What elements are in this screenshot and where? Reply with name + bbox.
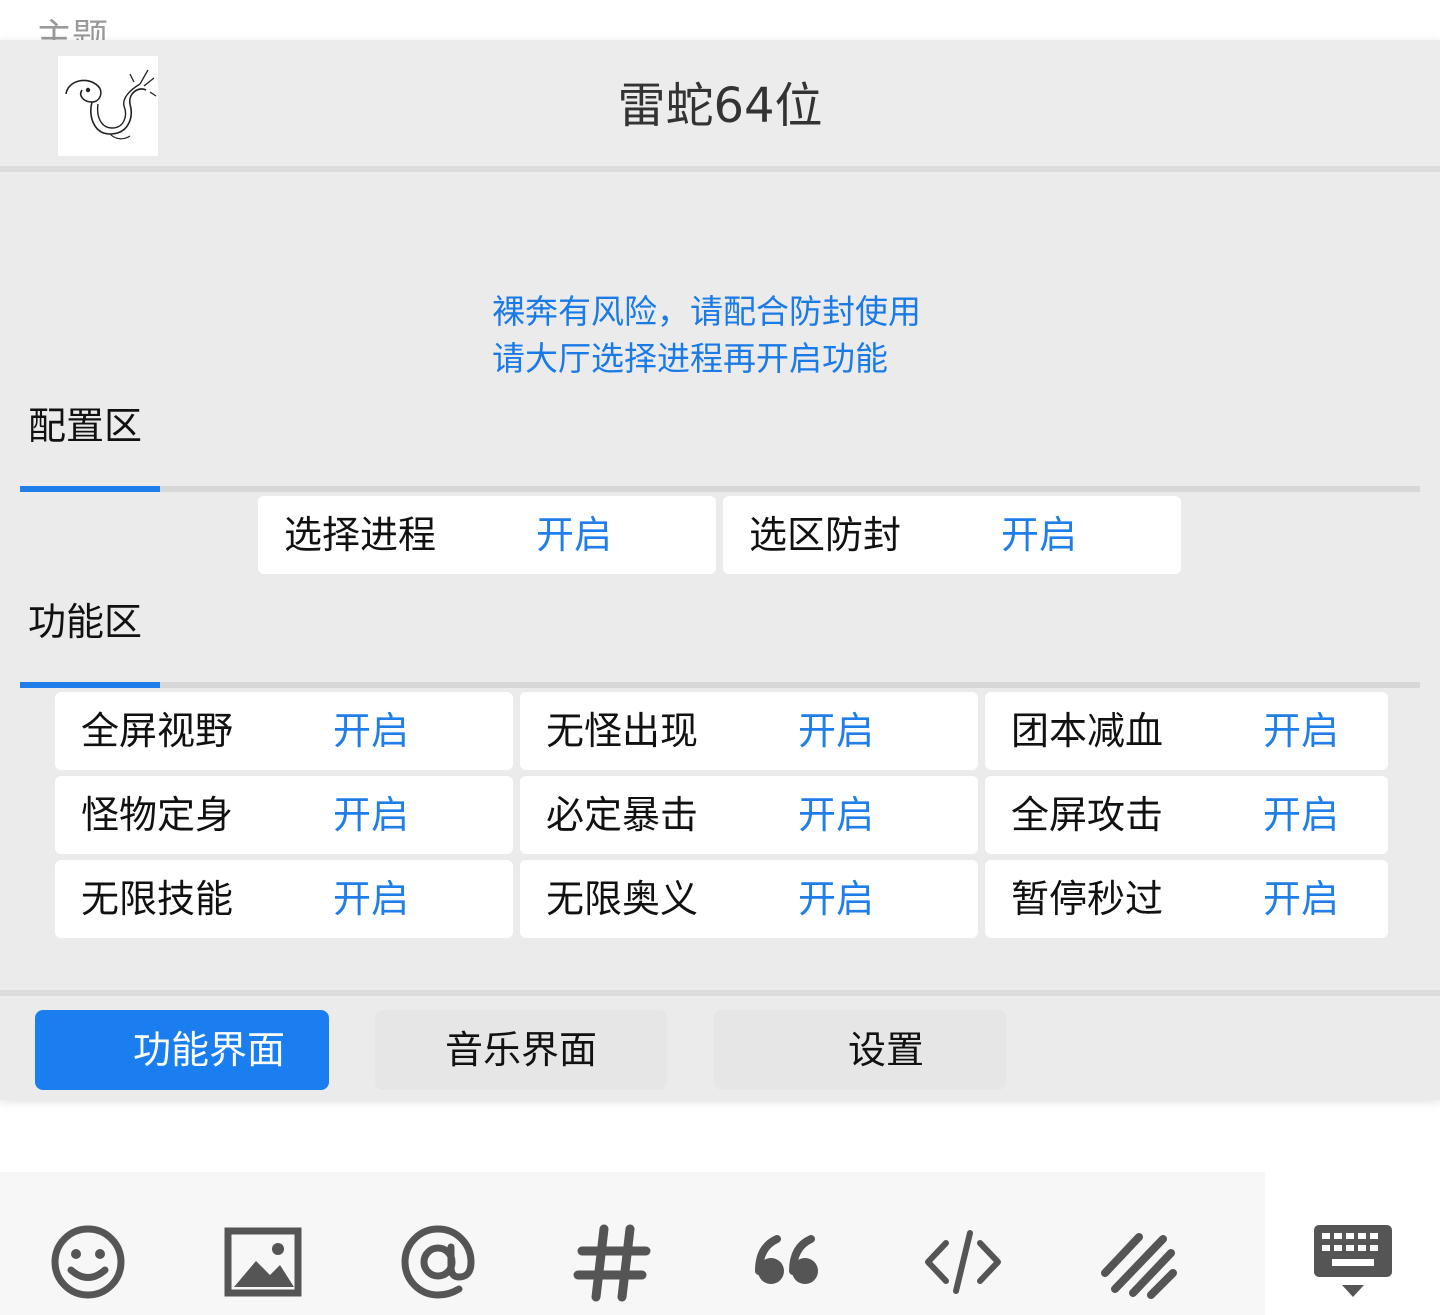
item-label: 暂停秒过 [1011,877,1164,921]
feature-item-guaranteed-crit[interactable]: 必定暴击 开启 [520,776,978,854]
feature-item-pause-instant-clear[interactable]: 暂停秒过 开启 [985,860,1388,938]
keyboard-icon[interactable] [1308,1217,1398,1307]
toggle-enable[interactable]: 开启 [1001,510,1077,560]
feature-item-infinite-ultimate[interactable]: 无限奥义 开启 [520,860,978,938]
toggle-enable[interactable]: 开启 [536,510,612,560]
config-item-zone-antiban[interactable]: 选区防封 开启 [723,496,1181,574]
tab-settings[interactable]: 设置 [714,1010,1006,1090]
toggle-enable[interactable]: 开启 [1263,874,1339,924]
feature-section-title: 功能区 [28,600,143,644]
divider-icon[interactable] [1093,1217,1183,1307]
toggle-enable[interactable]: 开启 [798,874,874,924]
toggle-enable[interactable]: 开启 [798,706,874,756]
toggle-enable[interactable]: 开启 [333,706,409,756]
cheat-menu-window: 雷蛇64位 裸奔有风险，请配合防封使用 请大厅选择进程再开启功能 配置区 选择进… [0,40,1440,1100]
mention-icon[interactable] [393,1217,483,1307]
item-label: 全屏视野 [81,709,234,753]
feature-item-fullscreen-view[interactable]: 全屏视野 开启 [55,692,513,770]
hashtag-icon[interactable] [568,1217,658,1307]
config-item-select-process[interactable]: 选择进程 开启 [258,496,716,574]
item-label: 无怪出现 [546,709,699,753]
feature-item-fullscreen-attack[interactable]: 全屏攻击 开启 [985,776,1388,854]
toggle-enable[interactable]: 开启 [798,790,874,840]
feature-section-divider [20,682,1420,688]
feature-item-no-monsters[interactable]: 无怪出现 开启 [520,692,978,770]
item-label: 全屏攻击 [1011,793,1164,837]
feature-section-accent [20,682,160,688]
item-label: 团本减血 [1011,709,1164,753]
tab-feature-screen[interactable]: 功能界面 [35,1010,329,1090]
tab-music-screen[interactable]: 音乐界面 [375,1010,667,1090]
config-section-divider [20,486,1420,492]
item-label: 选择进程 [284,513,437,557]
item-label: 选区防封 [749,513,902,557]
feature-item-freeze-monsters[interactable]: 怪物定身 开启 [55,776,513,854]
toggle-enable[interactable]: 开启 [1263,706,1339,756]
code-icon[interactable] [918,1217,1008,1307]
editor-toolbar [0,1172,1440,1315]
item-label: 怪物定身 [81,793,234,837]
item-label: 必定暴击 [546,793,699,837]
item-label: 无限奥义 [546,877,699,921]
warning-notice: 裸奔有风险，请配合防封使用 请大厅选择进程再开启功能 [492,288,921,382]
feature-item-raid-damage-reduce[interactable]: 团本减血 开启 [985,692,1388,770]
feature-item-infinite-skills[interactable]: 无限技能 开启 [55,860,513,938]
notice-line-1: 裸奔有风险，请配合防封使用 [492,292,921,331]
config-section-title: 配置区 [28,404,143,448]
notice-line-2: 请大厅选择进程再开启功能 [492,339,888,378]
toggle-enable[interactable]: 开启 [1263,790,1339,840]
config-section-accent [20,486,160,492]
quote-icon[interactable] [743,1217,833,1307]
window-title: 雷蛇64位 [617,78,823,134]
item-label: 无限技能 [81,877,234,921]
window-header: 雷蛇64位 [0,40,1440,172]
toggle-enable[interactable]: 开启 [333,874,409,924]
image-icon[interactable] [218,1217,308,1307]
toggle-enable[interactable]: 开启 [333,790,409,840]
footer-divider [0,990,1440,996]
emoji-icon[interactable] [43,1217,133,1307]
